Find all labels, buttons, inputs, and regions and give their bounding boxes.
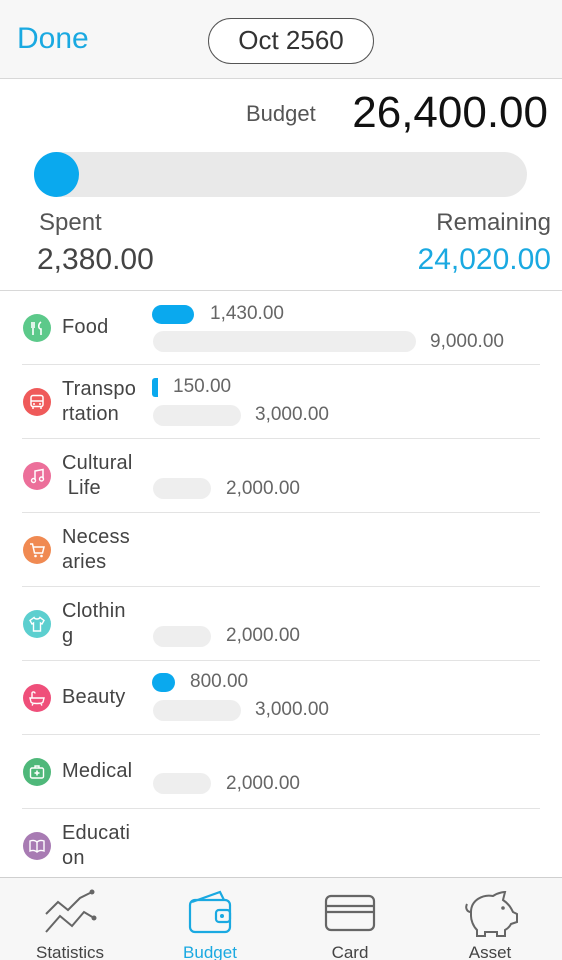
month-selector[interactable]: Oct 2560 (208, 18, 374, 64)
spent-total: 2,380.00 (37, 243, 154, 276)
spent-bar (152, 378, 158, 397)
category-name: Educati on (62, 822, 131, 869)
spent-bar (152, 305, 194, 324)
tab-asset[interactable]: Asset (420, 878, 560, 960)
category-row[interactable]: Necess aries (0, 513, 562, 587)
category-name: Beauty (62, 686, 126, 708)
tab-label: Budget (183, 943, 237, 960)
category-name: Clothin g (62, 600, 126, 647)
category-name: Cultural Life (62, 452, 133, 499)
budget-label: Budget (246, 101, 316, 126)
budget-bar-track (153, 478, 211, 499)
category-row[interactable]: Transpo rtation 150.00 3,000.00 (0, 365, 562, 439)
budget-amount: 2,000.00 (226, 478, 300, 499)
category-name: Necess aries (62, 526, 130, 573)
budget-amount: 3,000.00 (255, 404, 329, 425)
spent-amount: 800.00 (190, 671, 249, 692)
category-list: Food 1,430.00 9,000.00 Transpo rtation 150.0… (0, 291, 562, 883)
tab-label: Card (331, 943, 369, 960)
spent-amount: 150.00 (173, 376, 232, 397)
bus-icon (23, 388, 51, 416)
nav-header: Done Oct 2560 (0, 0, 562, 79)
category-row[interactable]: Medical 2,000.00 (0, 735, 562, 809)
first-aid-kit-icon (23, 758, 51, 786)
category-row[interactable]: Beauty 800.00 3,000.00 (0, 661, 562, 735)
done-button[interactable]: Done (17, 22, 89, 56)
budget-bar-track (153, 405, 241, 426)
budget-bar-track (153, 626, 211, 647)
piggy-bank-icon (465, 890, 518, 937)
category-row[interactable]: Cultural Life 2,000.00 (0, 439, 562, 513)
budget-bar-track (153, 331, 416, 352)
tab-label: Asset (468, 943, 512, 960)
wallet-icon (188, 890, 232, 934)
category-row[interactable]: Educati on (0, 809, 562, 883)
shirt-icon (23, 610, 51, 638)
category-row[interactable]: Clothin g 2,000.00 (0, 587, 562, 661)
budget-bar-track (153, 773, 211, 794)
budget-amount: 9,000.00 (430, 331, 504, 352)
remaining-total: 24,020.00 (417, 243, 551, 276)
remaining-label: Remaining (436, 209, 551, 236)
credit-card-icon (324, 894, 376, 932)
budget-bar-track (153, 700, 241, 721)
budget-progress-fill (34, 152, 79, 197)
spent-amount: 1,430.00 (210, 303, 284, 324)
spent-bar (152, 673, 175, 692)
budget-amount: 2,000.00 (226, 773, 300, 794)
tab-budget[interactable]: Budget (140, 878, 280, 960)
budget-total: 26,400.00 (352, 88, 548, 137)
budget-progress-track (34, 152, 527, 197)
category-name: Food (62, 316, 109, 338)
category-row[interactable]: Food 1,430.00 9,000.00 (0, 291, 562, 365)
fork-knife-icon (23, 314, 51, 342)
category-name: Transpo rtation (62, 378, 137, 425)
tab-card[interactable]: Card (280, 878, 420, 960)
chart-line-icon (45, 889, 97, 933)
music-note-icon (23, 462, 51, 490)
bathtub-icon (23, 684, 51, 712)
shopping-cart-icon (23, 536, 51, 564)
spent-label: Spent (39, 209, 102, 236)
tab-bar: Statistics Budget Card Asset (0, 877, 562, 960)
tab-label: Statistics (35, 943, 105, 960)
category-name: Medical (62, 760, 133, 782)
budget-amount: 3,000.00 (255, 699, 329, 720)
budget-amount: 2,000.00 (226, 625, 300, 646)
tab-statistics[interactable]: Statistics (0, 878, 140, 960)
book-icon (23, 832, 51, 860)
